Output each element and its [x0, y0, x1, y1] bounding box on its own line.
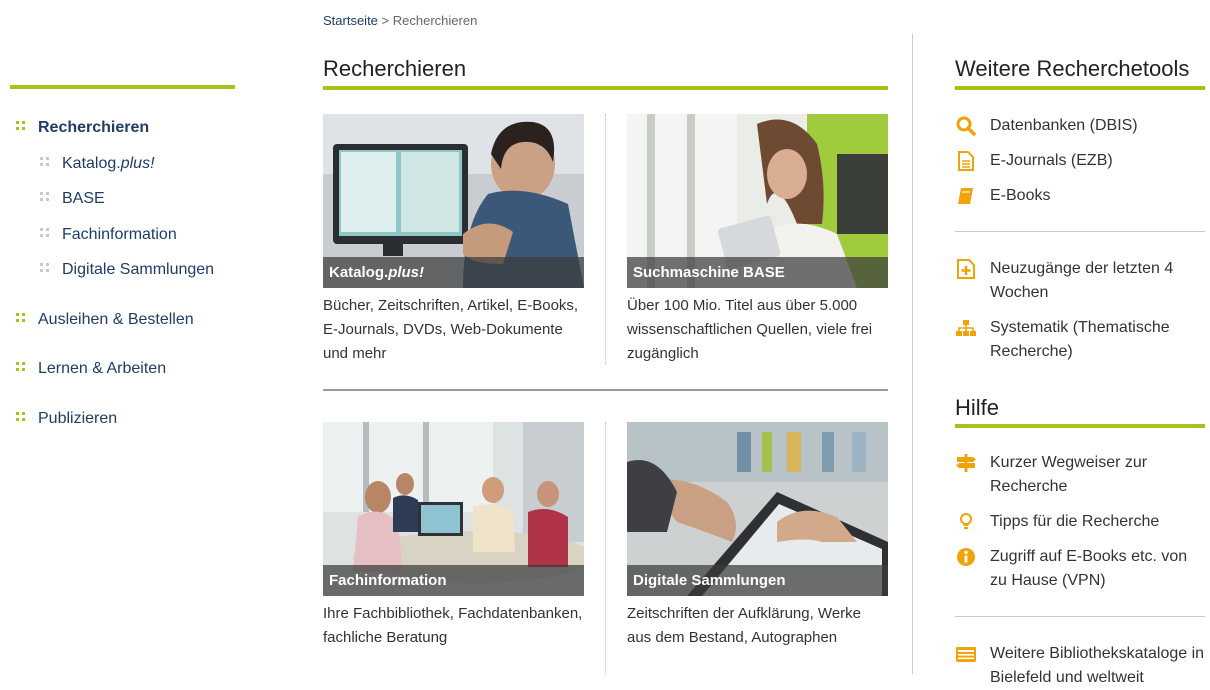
dots-icon	[40, 191, 50, 202]
link-label: Datenbanken (DBIS)	[990, 117, 1138, 134]
link-label: Zugriff auf E-Books etc. von zu Hause (V…	[990, 548, 1188, 589]
plus-box-icon	[957, 259, 975, 279]
nav-item-lernen[interactable]: Lernen & Arbeiten	[16, 360, 166, 378]
lightbulb-icon	[960, 513, 972, 529]
page-title: Recherchieren	[323, 56, 467, 81]
card-caption: Fachinformation	[323, 565, 584, 596]
breadcrumb-separator: >	[377, 13, 393, 28]
link-neuzugaenge[interactable]: Neuzugänge der letzten 4 Wochen	[955, 257, 1205, 305]
card-caption: Digitale Sammlungen	[627, 565, 888, 596]
nav-subitem-label: Digitale Sammlungen	[62, 261, 215, 278]
link-tipps[interactable]: Tipps für die Recherche	[955, 510, 1205, 534]
link-label: E-Books	[990, 187, 1051, 204]
card-description: Zeitschriften der Aufklärung, Werke aus …	[627, 605, 861, 646]
card-divider	[605, 114, 606, 364]
card-digitale-sammlungen[interactable]: Digitale Sammlungen Zeitschriften der Au…	[627, 422, 888, 650]
link-label: Tipps für die Recherche	[990, 513, 1160, 530]
sitemap-icon	[956, 320, 976, 336]
card-image-katalog[interactable]: Katalog.plus!	[323, 114, 584, 288]
breadcrumb-home-link[interactable]: Startseite	[323, 13, 378, 28]
title-accent-bar	[323, 86, 888, 90]
card-image-digitale-sammlungen[interactable]: Digitale Sammlungen	[627, 422, 888, 596]
card-description: Über 100 Mio. Titel aus über 5.000 wisse…	[627, 297, 873, 362]
link-bibliothekskataloge[interactable]: Weitere Bibliothekskataloge in Bielefeld…	[955, 642, 1205, 690]
breadcrumb-current: Recherchieren	[392, 13, 478, 28]
link-vpn[interactable]: Zugriff auf E-Books etc. von zu Hause (V…	[955, 545, 1205, 593]
link-datenbanken[interactable]: Datenbanken (DBIS)	[955, 114, 1205, 138]
document-icon	[958, 151, 974, 171]
link-systematik[interactable]: Systematik (Thematische Recherche)	[955, 316, 1205, 364]
nav-subitem-label: Katalog.	[62, 155, 121, 172]
nav-subitem-fachinformation[interactable]: Fachinformation	[40, 226, 177, 244]
link-label: Systematik (Thematische Recherche)	[990, 319, 1170, 360]
tools-title: Weitere Recherchetools	[955, 56, 1190, 81]
help-accent-bar	[955, 424, 1205, 428]
nav-item-label: Recherchieren	[38, 119, 150, 136]
card-caption: Suchmaschine BASE	[627, 257, 888, 288]
link-label: E-Journals (EZB)	[990, 152, 1113, 169]
link-label: Neuzugänge der letzten 4 Wochen	[990, 260, 1174, 301]
card-description: Bücher, Zeitschriften, Artikel, E-Books,…	[323, 297, 579, 362]
link-label: Weitere Bibliothekskataloge in Bielefeld…	[990, 645, 1205, 686]
help-title: Hilfe	[955, 395, 1000, 420]
nav-item-label: Ausleihen & Bestellen	[38, 311, 194, 328]
link-ejournals[interactable]: E-Journals (EZB)	[955, 149, 1205, 173]
dots-icon	[40, 262, 50, 273]
card-caption-text: Katalog.	[329, 264, 389, 281]
nav-item-ausleihen[interactable]: Ausleihen & Bestellen	[16, 311, 194, 329]
dots-icon	[16, 361, 26, 372]
nav-item-publizieren[interactable]: Publizieren	[16, 410, 117, 428]
nav-subitem-katalog-plus[interactable]: Katalog.plus!	[40, 155, 155, 173]
nav-subitem-label-em: plus!	[120, 155, 155, 172]
dots-icon	[16, 120, 26, 131]
breadcrumb: Startseite > Recherchieren	[323, 13, 477, 28]
link-ebooks[interactable]: E-Books	[955, 184, 1205, 208]
nav-subitem-label: Fachinformation	[62, 226, 177, 243]
dots-icon	[16, 411, 26, 422]
list-card-icon	[956, 647, 976, 662]
link-label: Kurzer Wegweiser zur Recherche	[990, 454, 1148, 495]
dots-icon	[16, 312, 26, 323]
info-icon	[957, 548, 975, 566]
dots-icon	[40, 227, 50, 238]
nav-item-recherchieren[interactable]: Recherchieren	[16, 119, 149, 137]
sidebar-separator	[955, 231, 1205, 232]
card-description: Ihre Fachbibliothek, Fachdatenbanken, fa…	[323, 605, 583, 646]
book-icon	[958, 188, 973, 204]
card-divider	[605, 422, 606, 674]
dots-icon	[40, 156, 50, 167]
card-fachinformation[interactable]: Fachinformation Ihre Fachbibliothek, Fac…	[323, 422, 584, 650]
card-base[interactable]: Suchmaschine BASE Über 100 Mio. Titel au…	[627, 114, 888, 366]
card-image-fachinformation[interactable]: Fachinformation	[323, 422, 584, 596]
nav-item-label: Publizieren	[38, 410, 118, 427]
nav-subitem-base[interactable]: BASE	[40, 190, 105, 208]
nav-accent-bar	[10, 85, 235, 89]
link-wegweiser[interactable]: Kurzer Wegweiser zur Recherche	[955, 451, 1205, 499]
signpost-icon	[956, 454, 976, 472]
search-icon	[956, 116, 976, 136]
nav-subitem-digitale-sammlungen[interactable]: Digitale Sammlungen	[40, 261, 214, 279]
card-caption-em: plus!	[388, 264, 425, 281]
section-divider	[323, 389, 888, 391]
tools-accent-bar	[955, 86, 1205, 90]
nav-subitem-label: BASE	[62, 190, 105, 207]
card-image-base[interactable]: Suchmaschine BASE	[627, 114, 888, 288]
card-caption: Katalog.plus!	[323, 257, 584, 288]
nav-item-label: Lernen & Arbeiten	[38, 360, 167, 377]
sidebar-separator	[955, 616, 1205, 617]
card-katalog-plus[interactable]: Katalog.plus! Bücher, Zeitschriften, Art…	[323, 114, 584, 366]
sidebar-divider	[912, 34, 913, 674]
